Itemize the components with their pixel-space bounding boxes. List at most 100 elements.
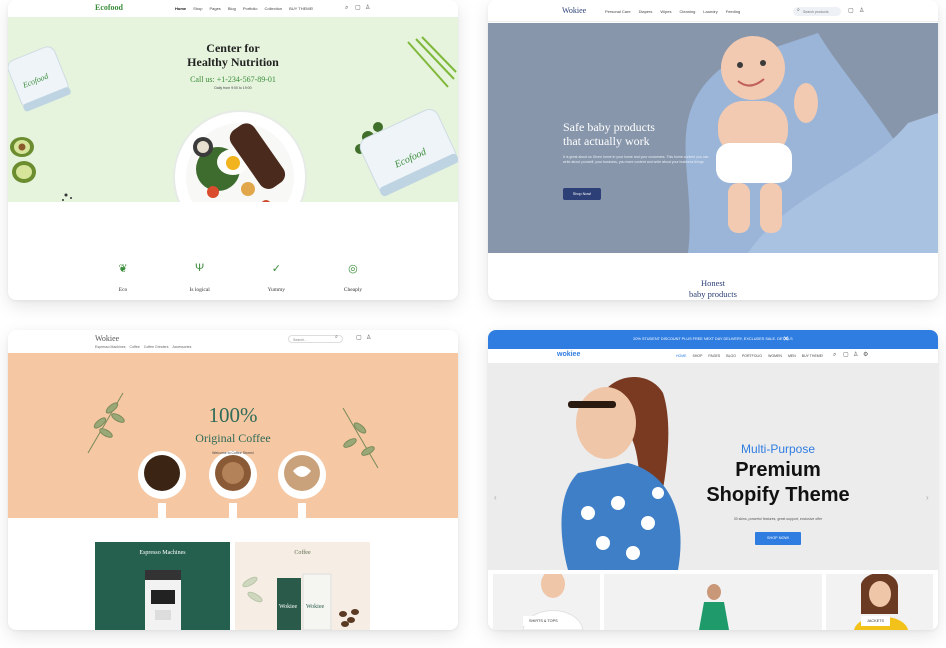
menu-item-shop[interactable]: Shop [193,6,202,11]
hero-description: 30 skins, powerful features, great suppo… [733,517,823,521]
menu-item-women[interactable]: WOMEN [768,354,782,358]
baby-store-preview-card[interactable]: Wokiee Personal Care Diapers Wipes Clean… [488,0,938,300]
previous-slide-icon[interactable]: ‹ [494,493,497,502]
cart-icon[interactable]: ▢ [848,8,854,14]
section-heading-line-1: Honest [700,278,726,288]
feature-yummy: ✓ Yummy [246,262,306,296]
hero-welcome: Welcome to Coffee Stores! [212,451,254,455]
top-navigation: wokiee HOME SHOP PAGES BLOG PORTFOLIO WO… [488,349,938,363]
search-icon[interactable]: ⌕ [833,352,836,358]
menu-item-personal-care[interactable]: Personal Care [605,9,631,14]
user-icon[interactable]: ♙ [366,335,371,341]
hero-banner: Safe baby products that actually work It… [488,23,938,253]
menu-item-home[interactable]: Home [175,6,186,11]
hero-hours: Daily from 9:00 to 19:00 [214,86,252,90]
user-icon[interactable]: ♙ [853,352,858,358]
menu-item-wipes[interactable]: Wipes [660,9,671,14]
hero-title-line-2: Healthy Nutrition [187,55,279,69]
hero-title-line-2: Shopify Theme [706,484,850,506]
hero-title-line-1: Premium [735,459,821,481]
main-menu: HOME SHOP PAGES BLOG PORTFOLIO WOMEN MEN… [676,354,823,358]
hero-title: Center for Healthy Nutrition [158,41,308,69]
category-tile-label: Coffee [294,550,311,556]
feature-cheaply: ◎ Cheaply [323,262,383,296]
menu-item-coffee[interactable]: Coffee [130,345,140,349]
menu-item-blog[interactable]: Blog [228,6,236,11]
wokiee-logo[interactable]: Wokiee [562,6,586,15]
menu-item-shop[interactable]: SHOP [693,354,703,358]
top-navigation: Ecofood Home Shop Pages Blog Portfolio C… [8,0,458,17]
hero-subtitle: Original Coffee [195,431,271,445]
user-icon[interactable]: ♙ [859,8,864,14]
menu-item-accessories[interactable]: Accessories [172,345,191,349]
menu-item-pages[interactable]: PAGES [708,354,720,358]
menu-item-home[interactable]: HOME [676,354,687,358]
menu-item-diapers[interactable]: Diapers [639,9,653,14]
cart-icon[interactable]: ▢ [356,335,362,341]
menu-item-laundry[interactable]: Laundry [703,9,717,14]
shop-now-button[interactable]: Shop Now! [563,188,601,200]
settings-icon[interactable]: ⚙ [863,352,868,358]
search-icon[interactable]: ⌕ [335,335,338,340]
hero-title: Safe baby products that actually work [563,120,763,148]
menu-item-men[interactable]: MEN [788,354,796,358]
user-icon[interactable]: ♙ [365,5,370,11]
menu-item-feeding[interactable]: Feeding [726,9,740,14]
feature-label: Yummy [267,287,286,293]
leaf-icon: ❦ [118,263,128,275]
cart-icon[interactable]: ▢ [843,352,849,358]
main-menu: Home Shop Pages Blog Portfolio Collectio… [175,6,313,11]
close-icon[interactable]: ✕ [783,335,789,343]
section-heading-line-2: baby products [689,289,737,299]
hero-banner: 100% Original Coffee Welcome to Coffee S… [8,353,458,518]
menu-item-portfolio[interactable]: PORTFOLIO [742,354,762,358]
promo-text[interactable]: 20% STUDENT DISCOUNT PLUS FREE NEXT DAY … [633,337,792,341]
menu-item-portfolio[interactable]: Portfolio [243,6,258,11]
cart-icon[interactable]: ▢ [355,5,361,11]
feature-list: ❦ Eco Ψ Is logical ✓ Yummy ◎ Cheaply [93,262,383,296]
wokiee-logo[interactable]: Wokiee [95,334,119,343]
main-menu: Espresso Machines Coffee Coffee Grinders… [95,345,191,349]
search-icon: ⌕ [797,7,800,13]
search-input[interactable]: Search products [793,7,841,16]
category-label: JACKETS [861,616,891,626]
menu-item-blog[interactable]: BLOG [726,354,736,358]
category-tile-featured[interactable] [604,574,822,630]
category-label: SHIRTS & TOPS [523,616,564,626]
menu-item-coffee-grinders[interactable]: Coffee Grinders [144,345,169,349]
menu-item-buy-theme[interactable]: BUY THEME! [802,354,823,358]
ecofood-preview-card[interactable]: Ecofood Ecofood Ecofood Home Shop Pages … [8,0,458,300]
menu-item-buy-theme[interactable]: BUY THEME! [289,6,313,11]
category-tile-espresso-machines[interactable]: Espresso Machines [95,542,230,630]
promo-bar: 20% STUDENT DISCOUNT PLUS FREE NEXT DAY … [488,330,938,349]
next-slide-icon[interactable]: › [926,493,929,502]
thumbs-up-icon: ✓ [271,263,281,275]
search-icon[interactable]: ⌕ [345,5,348,11]
wokiee-logo[interactable]: wokiee [557,351,580,358]
category-tile-coffee[interactable]: Coffee Wokiee Wokiee [235,542,370,630]
feature-label: Is logical [189,287,210,293]
menu-item-cleaning[interactable]: Cleaning [680,9,696,14]
coffee-store-preview-card[interactable]: Wokiee Espresso Machines Coffee Coffee G… [8,330,458,630]
hero-phone[interactable]: Call us: +1-234-567-89-01 [158,75,308,84]
hero-description: It is great about us Given home in your … [563,155,709,164]
wokiee-multipurpose-preview-card[interactable]: 20% STUDENT DISCOUNT PLUS FREE NEXT DAY … [488,330,938,630]
shop-now-button[interactable]: SHOP NOW! [755,532,801,545]
category-tile-shirts[interactable]: SHIRTS & TOPS [493,574,600,630]
top-navigation: Wokiee Personal Care Diapers Wipes Clean… [488,0,938,22]
menu-item-collection[interactable]: Collection [265,6,283,11]
feature-is-logical: Ψ Is logical [170,262,230,296]
hero-slider: ‹ › Multi-Purpose Premium Shopify Theme … [488,363,938,570]
feature-label: Eco [118,287,128,293]
category-tile-jackets[interactable]: JACKETS [826,574,933,630]
main-menu: Personal Care Diapers Wipes Cleaning Lau… [605,9,740,14]
menu-item-pages[interactable]: Pages [209,6,220,11]
top-navigation: Wokiee Espresso Machines Coffee Coffee G… [8,330,458,353]
featured-model-image [699,584,729,630]
ecofood-logo[interactable]: Ecofood [95,3,123,12]
feature-label: Cheaply [343,287,363,293]
feature-eco: ❦ Eco [93,262,153,296]
menu-item-espresso-machines[interactable]: Espresso Machines [95,345,126,349]
section-heading: Honest baby products [488,278,938,300]
hero-title-line-1: Safe baby products [563,120,655,134]
